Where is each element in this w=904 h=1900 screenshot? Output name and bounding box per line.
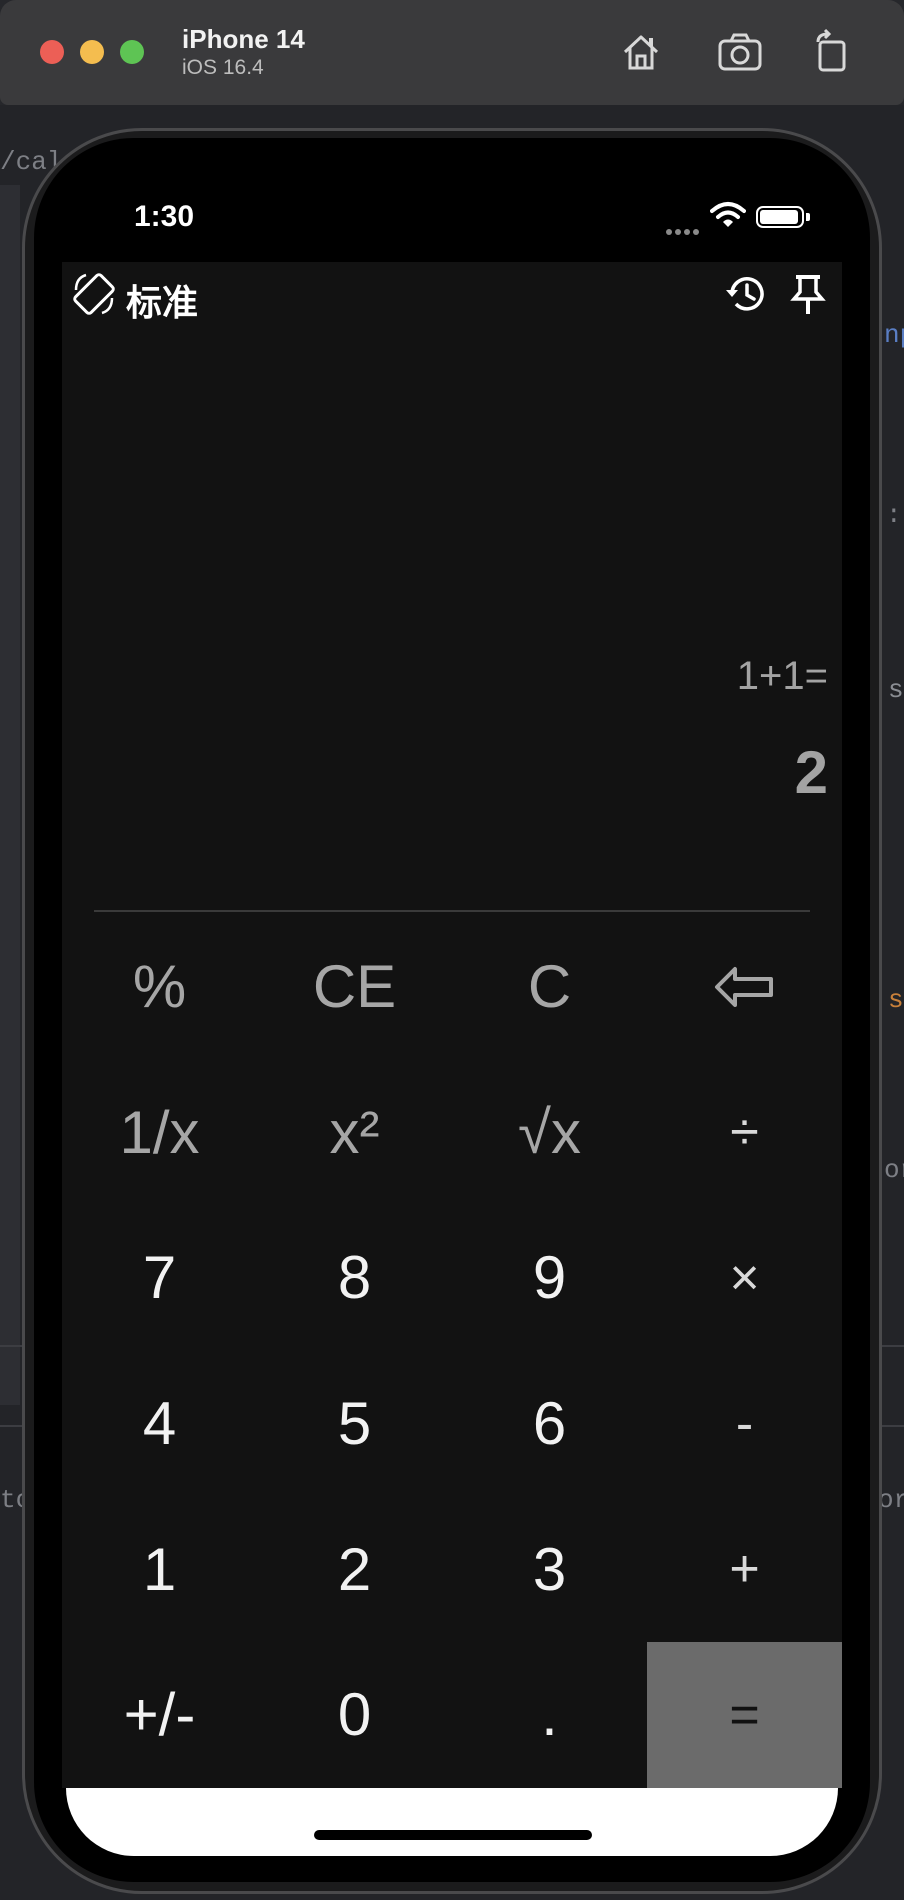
editor-text-fragment: or	[884, 1155, 904, 1185]
mode-title[interactable]: 标准	[126, 274, 198, 326]
wifi-icon	[710, 202, 746, 227]
multiply-key[interactable]: ×	[647, 1205, 842, 1351]
editor-text-fragment: :	[886, 500, 902, 530]
divide-key[interactable]: ÷	[647, 1060, 842, 1206]
home-indicator[interactable]	[314, 1830, 592, 1840]
sqrt-key[interactable]: √x	[452, 1060, 647, 1206]
backspace-key[interactable]	[647, 914, 842, 1060]
keypad: % CE C 1/x x² √x ÷ 7 8 9 × 4 5 6- 1 2 3 + +/- 0. =	[62, 914, 842, 1788]
editor-text-fragment: np	[884, 320, 904, 350]
battery-icon	[756, 206, 804, 228]
zoom-window-button[interactable]	[120, 40, 144, 64]
digit-3-key[interactable]: 3	[452, 1496, 647, 1642]
digit-9-key[interactable]: 9	[452, 1205, 647, 1351]
clear-key[interactable]: C	[452, 914, 647, 1060]
backspace-icon	[714, 966, 773, 1007]
digit-0-key[interactable]: 0	[257, 1642, 452, 1788]
decimal-key[interactable]: .	[452, 1642, 647, 1788]
history-icon[interactable]	[724, 272, 768, 316]
display-divider	[94, 910, 810, 912]
expression-display: 1+1=	[736, 654, 828, 698]
digit-6-key[interactable]: 6	[452, 1351, 647, 1497]
minimize-window-button[interactable]	[80, 40, 104, 64]
negate-key[interactable]: +/-	[62, 1642, 257, 1788]
subtract-key[interactable]: -	[647, 1351, 842, 1497]
rotate-screen-icon[interactable]	[70, 270, 118, 318]
home-button[interactable]	[617, 28, 665, 76]
close-window-button[interactable]	[40, 40, 64, 64]
reciprocal-key[interactable]: 1/x	[62, 1060, 257, 1206]
pin-icon[interactable]	[788, 272, 828, 316]
digit-8-key[interactable]: 8	[257, 1205, 452, 1351]
home-icon	[623, 35, 659, 70]
digit-7-key[interactable]: 7	[62, 1205, 257, 1351]
simulator-titlebar: iPhone 14 iOS 16.4	[0, 0, 904, 105]
os-version: iOS 16.4	[182, 56, 264, 79]
device-name: iPhone 14	[182, 24, 305, 54]
calculator-screen: 标准 1+1= 2 % CE C 1/x x² √x ÷ 7 8 9 × 4 5 6-1 2 3 + +/- 0. =	[62, 262, 842, 1788]
result-display: 2	[794, 739, 828, 806]
percent-key[interactable]: %	[62, 914, 257, 1060]
rotate-device-button[interactable]	[808, 28, 856, 76]
digit-1-key[interactable]: 1	[62, 1496, 257, 1642]
rotate-icon	[816, 28, 846, 72]
app-header: 标准	[62, 262, 842, 326]
status-time: 1:30	[134, 200, 195, 233]
signal-dots-icon	[666, 222, 702, 235]
battery-cap	[806, 213, 810, 221]
editor-gutter	[0, 185, 20, 1405]
screenshot-icon	[718, 33, 762, 71]
editor-text-fragment: s	[888, 985, 904, 1015]
screenshot-button[interactable]	[716, 28, 764, 76]
editor-text-fragment: s	[888, 675, 904, 705]
digit-2-key[interactable]: 2	[257, 1496, 452, 1642]
equals-key[interactable]: =	[647, 1641, 842, 1788]
add-key[interactable]: +	[647, 1496, 842, 1642]
digit-4-key[interactable]: 4	[62, 1351, 257, 1497]
clear-entry-key[interactable]: CE	[257, 914, 452, 1060]
digit-5-key[interactable]: 5	[257, 1351, 452, 1497]
square-key[interactable]: x²	[257, 1060, 452, 1206]
home-indicator-area	[66, 1788, 838, 1856]
